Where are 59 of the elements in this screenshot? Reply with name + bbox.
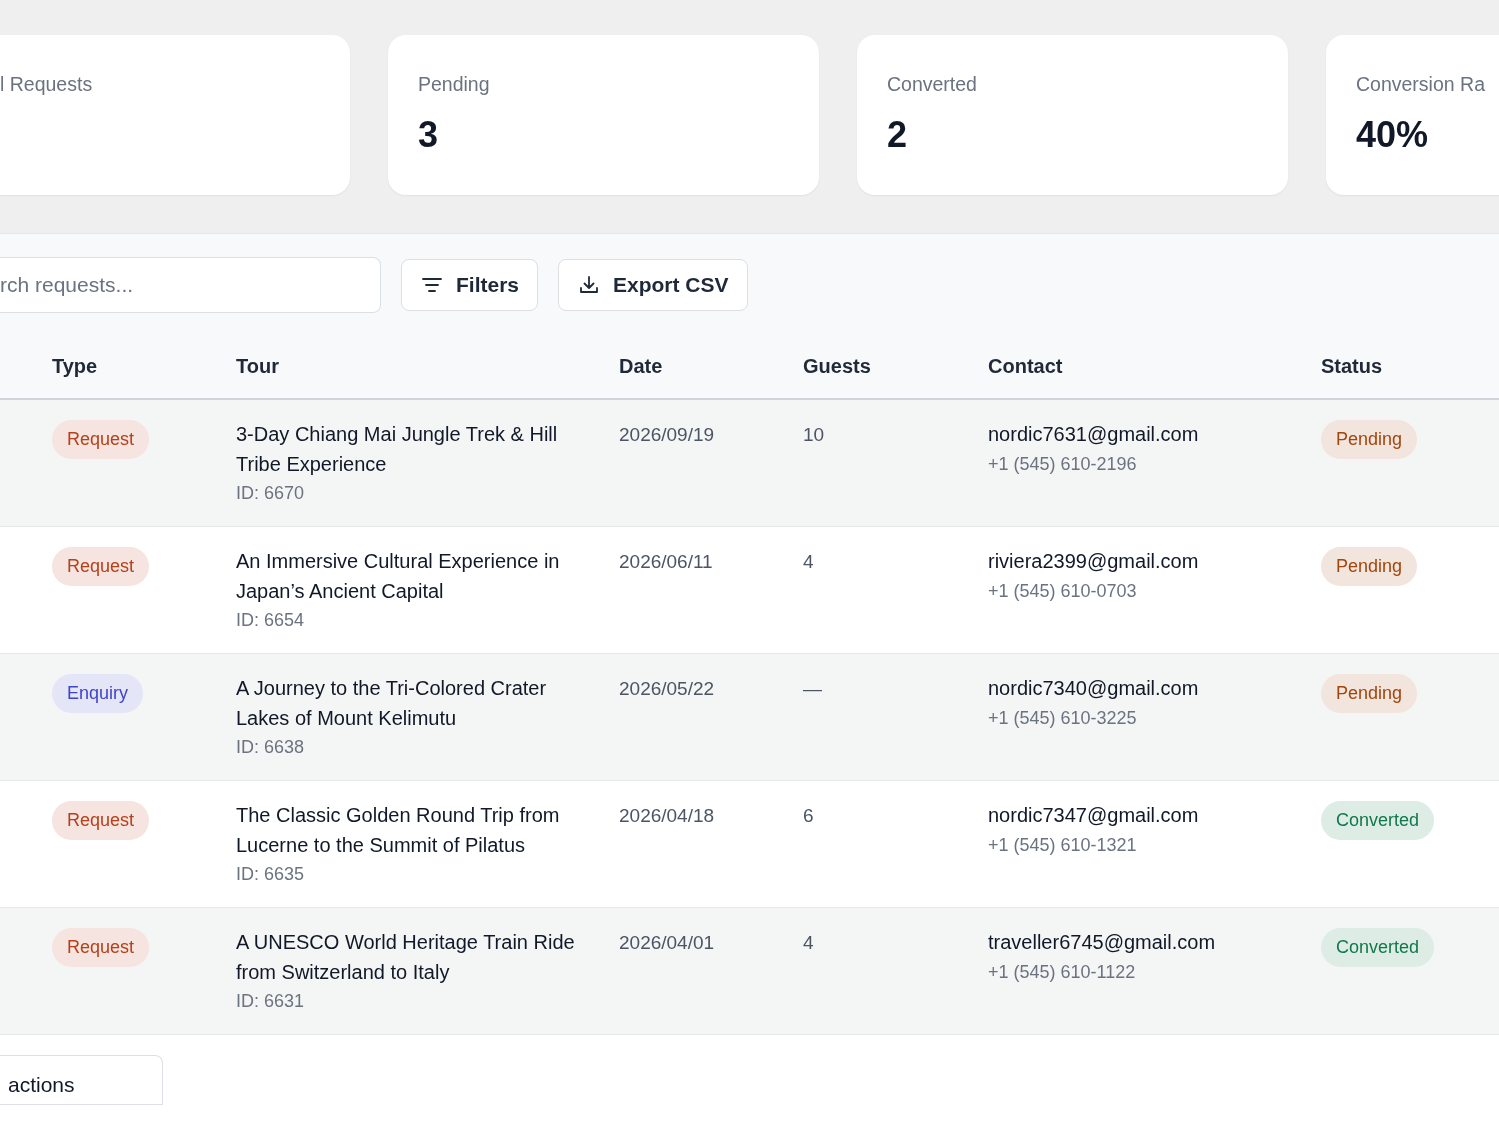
stat-value: 40% xyxy=(1356,114,1430,156)
guests-cell-text: 4 xyxy=(803,931,814,955)
contact-phone: +1 (545) 610-2196 xyxy=(988,452,1137,476)
column-header: Tour xyxy=(236,355,280,378)
stat-label: Conversion Ra xyxy=(1356,73,1486,96)
tour-id: ID: 6654 xyxy=(236,609,305,632)
tour-name: 3-Day Chiang Mai Jungle Trek & Hill Tribe Experience xyxy=(236,422,559,477)
tour-name: A Journey to the Tri-Colored Crater Lakes of Mount Kelimutu xyxy=(236,676,548,731)
column-header: Contact xyxy=(988,355,1064,378)
stat-label: Pending xyxy=(418,73,491,96)
status-badge: Pending xyxy=(1321,420,1418,459)
guests-cell-text: 6 xyxy=(803,804,814,828)
contact-phone: +1 (545) 610-0703 xyxy=(988,579,1137,603)
download-icon xyxy=(579,274,600,295)
stat-value: 2 xyxy=(887,114,909,156)
type-badge: Request xyxy=(52,801,150,840)
column-header: Date xyxy=(619,355,664,378)
status-badge: Converted xyxy=(1321,928,1435,967)
contact-phone: +1 (545) 610-1321 xyxy=(988,833,1137,857)
type-badge: Enquiry xyxy=(52,674,144,713)
tour-name: A UNESCO World Heritage Train Ride from Switzerland to Italy xyxy=(236,930,576,985)
tour-name: An Immersive Cultural Experience in Japan’s Ancient Capital xyxy=(236,549,561,604)
contact-phone: +1 (545) 610-3225 xyxy=(988,706,1137,730)
guests-cell-text: — xyxy=(803,677,822,701)
date-cell-text: 2026/05/22 xyxy=(619,677,715,701)
search-field[interactable]: rch requests... xyxy=(0,256,381,313)
tour-name: The Classic Golden Round Trip from Lucerne to the Summit of Pilatus xyxy=(236,803,561,858)
contact-phone: +1 (545) 610-1122 xyxy=(988,960,1136,984)
date-cell-text: 2026/04/18 xyxy=(619,804,715,828)
type-badge: Request xyxy=(52,420,150,459)
column-header: Status xyxy=(1321,355,1384,378)
status-badge: Converted xyxy=(1321,801,1435,840)
date-cell-text: 2026/04/01 xyxy=(619,931,715,955)
status-badge: Pending xyxy=(1321,547,1418,586)
bulk-actions-button[interactable]: actions xyxy=(0,1055,163,1105)
date-cell-text: 2026/09/19 xyxy=(619,423,715,447)
stat-label: l Requests xyxy=(0,73,94,96)
guests-cell-text: 10 xyxy=(803,423,825,447)
contact-email: nordic7631@gmail.com xyxy=(988,422,1199,447)
date-cell-text: 2026/06/11 xyxy=(619,550,713,574)
guests-cell-text: 4 xyxy=(803,550,814,574)
export-button[interactable]: Export CSV xyxy=(558,258,748,311)
contact-email: riviera2399@gmail.com xyxy=(988,549,1199,574)
tour-id: ID: 6638 xyxy=(236,736,305,759)
stat-label: Converted xyxy=(887,73,978,96)
tour-id: ID: 6670 xyxy=(236,482,305,505)
filter-icon xyxy=(422,276,442,293)
status-badge: Pending xyxy=(1321,674,1418,713)
contact-email: traveller6745@gmail.com xyxy=(988,930,1216,955)
column-header: Guests xyxy=(803,355,872,378)
tour-id: ID: 6631 xyxy=(236,990,305,1013)
column-header: Type xyxy=(52,355,99,378)
tour-id: ID: 6635 xyxy=(236,863,305,886)
stat-value: 3 xyxy=(418,114,440,156)
contact-email: nordic7347@gmail.com xyxy=(988,803,1199,828)
type-badge: Request xyxy=(52,928,150,967)
contact-email: nordic7340@gmail.com xyxy=(988,676,1199,701)
filters-button[interactable]: Filters xyxy=(401,258,539,311)
type-badge: Request xyxy=(52,547,150,586)
